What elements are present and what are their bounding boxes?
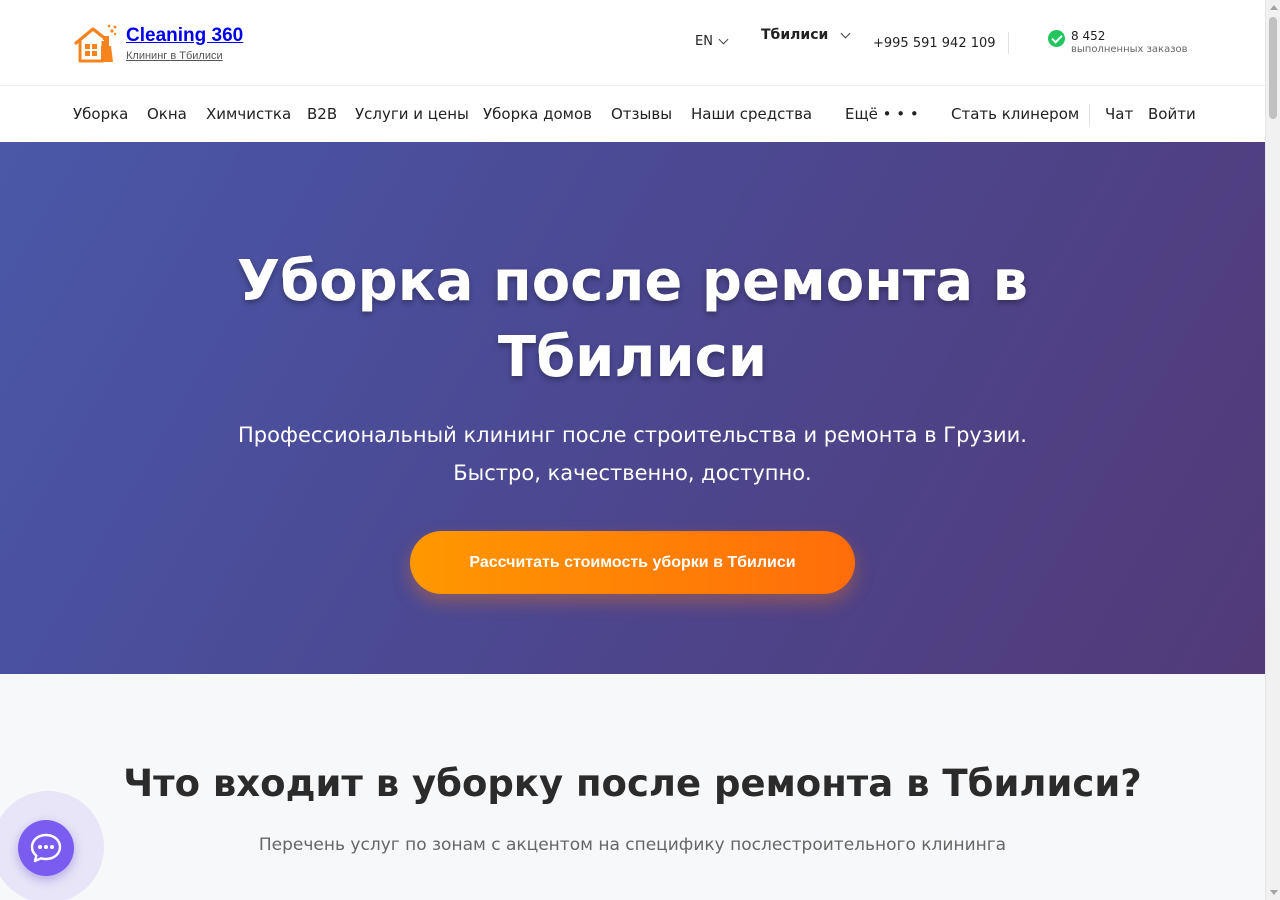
- check-circle-icon: [1048, 30, 1065, 47]
- city-label: Тбилиси: [761, 27, 829, 43]
- section-subtitle: Перечень услуг по зонам с акцентом на сп…: [258, 835, 1007, 855]
- hero-subtitle-line1: Профессиональный клининг после строитель…: [238, 423, 1027, 447]
- chevron-down-icon: [840, 28, 851, 38]
- nav-item-more[interactable]: Ещё • • •: [845, 105, 919, 123]
- header-top: Cleaning 360 Клининг в Тбилиси EN Тбилис…: [0, 0, 1265, 86]
- scrollbar[interactable]: [1265, 0, 1280, 900]
- orders-text: 8 452 выполненных заказов: [1071, 29, 1188, 57]
- included-services-section: Что входит в уборку после ремонта в Тбил…: [0, 674, 1265, 900]
- logo-link[interactable]: Cleaning 360 Клининг в Тбилиси: [73, 22, 243, 64]
- chevron-down-icon: [718, 34, 729, 45]
- hero-title: Уборка после ремонта в Тбилиси: [0, 244, 1265, 396]
- nav-item-b2b[interactable]: B2B: [307, 105, 337, 123]
- nav-item-our-products[interactable]: Наши средства: [691, 105, 812, 123]
- page: Cleaning 360 Клининг в Тбилиси EN Тбилис…: [0, 0, 1265, 900]
- nav-item-cleaning[interactable]: Уборка: [73, 105, 128, 123]
- orders-label: выполненных заказов: [1071, 44, 1188, 55]
- orders-count: 8 452: [1071, 29, 1106, 43]
- orders-counter: 8 452 выполненных заказов: [1048, 29, 1188, 57]
- header-divider: [1008, 32, 1009, 54]
- phone-link[interactable]: +995 591 942 109: [873, 36, 996, 51]
- hero-section: Уборка после ремонта в Тбилиси Профессио…: [0, 142, 1265, 674]
- nav-login[interactable]: Войти: [1148, 105, 1196, 123]
- nav-divider: [1089, 104, 1090, 126]
- logo-subtitle[interactable]: Клининг в Тбилиси: [126, 49, 243, 63]
- nav-item-windows[interactable]: Окна: [147, 105, 187, 123]
- nav-item-house-cleaning[interactable]: Уборка домов: [483, 105, 592, 123]
- calculate-price-button[interactable]: Рассчитать стоимость уборки в Тбилиси: [410, 531, 855, 594]
- scrollbar-thumb[interactable]: [1269, 17, 1277, 119]
- chat-bubble-icon: [30, 833, 62, 863]
- nav-item-dry-cleaning[interactable]: Химчистка: [206, 105, 291, 123]
- logo-texts: Cleaning 360 Клининг в Тбилиси: [126, 22, 243, 63]
- logo-title[interactable]: Cleaning 360: [126, 24, 243, 48]
- main-nav: Уборка Окна Химчистка B2B Услуги и цены …: [0, 87, 1265, 142]
- hero-title-line2: Тбилиси: [497, 325, 768, 390]
- city-selector[interactable]: Тбилиси: [761, 27, 851, 43]
- hero-subtitle: Профессиональный клининг после строитель…: [0, 416, 1265, 492]
- house-spray-icon: [74, 24, 117, 63]
- nav-item-reviews[interactable]: Отзывы: [611, 105, 672, 123]
- scroll-up-arrow-icon[interactable]: [1266, 0, 1280, 15]
- hero-subtitle-line2: Быстро, качественно, доступно.: [453, 461, 812, 485]
- section-title: Что входит в уборку после ремонта в Тбил…: [123, 762, 1142, 805]
- language-label: EN: [695, 34, 713, 49]
- scroll-down-arrow-icon[interactable]: [1266, 885, 1280, 900]
- nav-item-services-prices[interactable]: Услуги и цены: [355, 105, 469, 123]
- nav-become-cleaner[interactable]: Стать клинером: [951, 105, 1079, 123]
- hero-title-line1: Уборка после ремонта в: [236, 249, 1029, 314]
- nav-chat[interactable]: Чат: [1105, 105, 1133, 123]
- language-selector[interactable]: EN: [695, 34, 729, 49]
- chat-widget-button[interactable]: [18, 820, 74, 876]
